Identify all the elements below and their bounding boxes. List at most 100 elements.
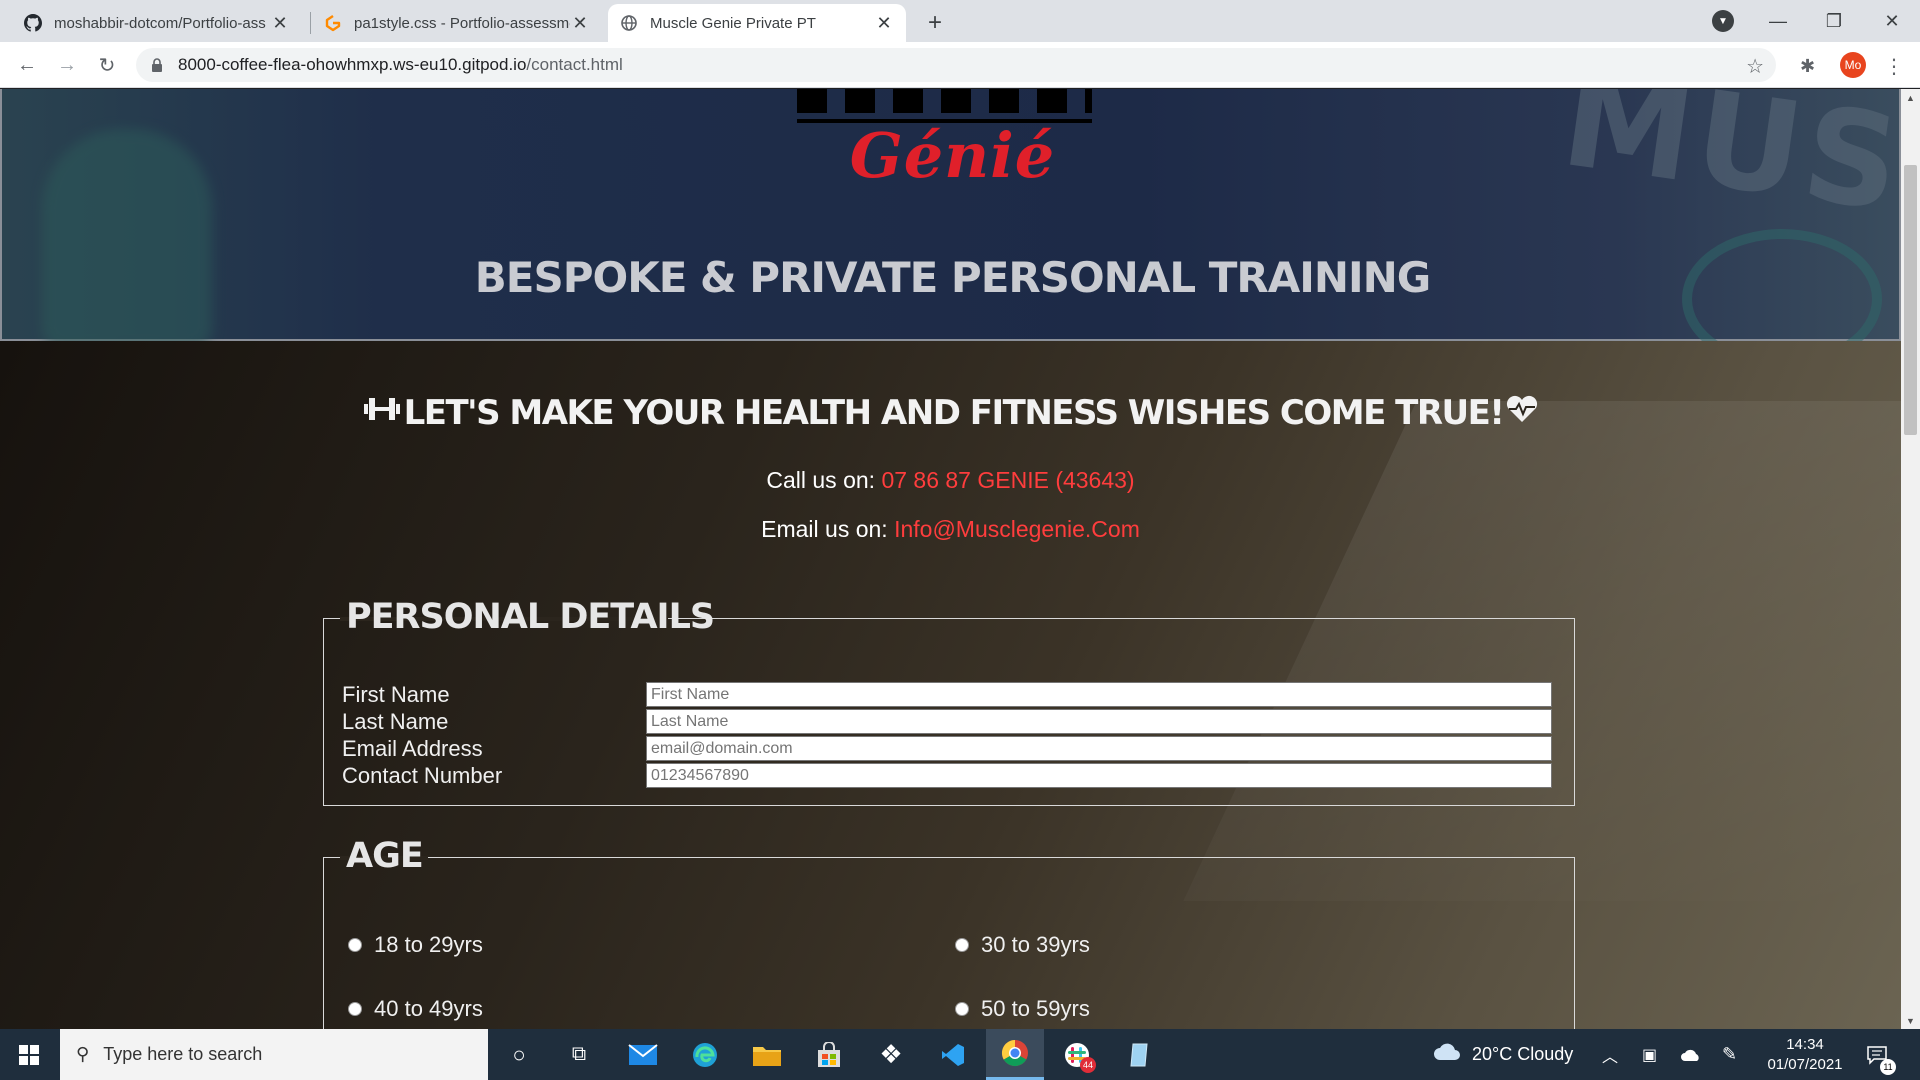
phone-link[interactable]: 07 86 87 GENIE (43643) — [881, 467, 1134, 493]
logo-wordmark-top — [797, 89, 1092, 123]
age-option-18-29[interactable]: 18 to 29yrs — [348, 932, 483, 958]
pen-icon[interactable]: ✎ — [1722, 1029, 1737, 1080]
radio-button[interactable] — [348, 938, 362, 952]
last-name-input[interactable] — [646, 709, 1552, 734]
taskbar-search-text: Type here to search — [103, 1044, 263, 1064]
age-option-40-49[interactable]: 40 to 49yrs — [348, 996, 483, 1022]
browser-toolbar: ← → ↻ 8000-coffee-flea-ohowhmxp.ws-eu10.… — [0, 42, 1920, 88]
vscode-icon[interactable] — [924, 1029, 982, 1080]
back-icon[interactable]: ← — [12, 50, 42, 80]
clock-date: 01/07/2021 — [1767, 1056, 1843, 1073]
window-close-button[interactable]: ✕ — [1864, 0, 1920, 42]
age-option-30-39[interactable]: 30 to 39yrs — [955, 932, 1090, 958]
profile-avatar[interactable]: Mo — [1840, 52, 1866, 78]
email-line: Email us on: Info@Musclegenie.Com — [0, 516, 1901, 543]
age-option-label: 30 to 39yrs — [981, 932, 1090, 957]
close-icon[interactable]: ✕ — [874, 13, 894, 33]
age-option-label: 40 to 49yrs — [374, 996, 483, 1021]
slack-icon[interactable]: 44 — [1048, 1029, 1106, 1080]
tab-css[interactable]: pa1style.css - Portfolio-assessme ✕ — [312, 4, 602, 42]
windows-logo-icon — [19, 1044, 39, 1065]
last-name-label: Last Name — [342, 708, 449, 734]
tab-muscle-genie[interactable]: Muscle Genie Private PT ✕ — [608, 4, 906, 42]
chrome-icon[interactable] — [986, 1029, 1044, 1080]
menu-dots-icon[interactable]: ⋮ — [1884, 54, 1904, 79]
scroll-up-icon[interactable]: ▲ — [1901, 89, 1920, 106]
first-name-label: First Name — [342, 681, 450, 707]
url-path: /contact.html — [526, 55, 623, 74]
file-explorer-icon[interactable] — [738, 1029, 796, 1080]
bookmark-star-icon[interactable]: ☆ — [1746, 54, 1764, 79]
age-fieldset: AGE 18 to 29yrs 30 to 39yrs 40 to 49yrs … — [323, 836, 1575, 1029]
task-view-icon[interactable]: ⧉ — [550, 1029, 608, 1080]
notification-count: 11 — [1880, 1059, 1896, 1075]
minimize-button[interactable]: — — [1750, 0, 1806, 42]
page-viewport: MUSCL Génié BESPOKE & PRIVATE PERSONAL T… — [0, 89, 1901, 1029]
tab-title: pa1style.css - Portfolio-assessme — [354, 14, 570, 32]
clock-time: 14:34 — [1786, 1036, 1824, 1053]
dropbox-icon[interactable]: ❖ — [862, 1029, 920, 1080]
close-icon[interactable]: ✕ — [570, 13, 590, 33]
forward-icon[interactable]: → — [52, 50, 82, 80]
email-label: Email us on: — [761, 516, 895, 542]
meet-now-icon[interactable]: ▣ — [1642, 1029, 1657, 1080]
tab-title: moshabbir-dotcom/Portfolio-ass — [54, 14, 266, 32]
cloud-icon — [1432, 1042, 1462, 1067]
logo-script: Génié — [849, 119, 1056, 192]
gitpod-icon — [324, 14, 342, 32]
radio-button[interactable] — [955, 1002, 969, 1016]
contact-number-row: Contact Number — [342, 762, 1552, 789]
age-option-50-59[interactable]: 50 to 59yrs — [955, 996, 1090, 1022]
address-bar[interactable]: 8000-coffee-flea-ohowhmxp.ws-eu10.gitpod… — [136, 48, 1776, 82]
age-option-label: 50 to 59yrs — [981, 996, 1090, 1021]
tab-github[interactable]: moshabbir-dotcom/Portfolio-ass ✕ — [12, 4, 302, 42]
mail-icon[interactable] — [614, 1029, 672, 1080]
new-tab-button[interactable]: + — [920, 8, 950, 38]
radio-button[interactable] — [955, 938, 969, 952]
tab-separator — [310, 12, 311, 34]
personal-details-fieldset: PERSONAL DETAILS First Name Last Name Em… — [323, 597, 1575, 806]
tab-strip: moshabbir-dotcom/Portfolio-ass ✕ pa1styl… — [0, 0, 1920, 42]
page-scrollbar[interactable]: ▲ ▼ — [1901, 89, 1920, 1029]
dumbbell-icon — [362, 394, 402, 432]
slack-badge: 44 — [1080, 1057, 1096, 1073]
clock[interactable]: 14:34 01/07/2021 — [1760, 1035, 1850, 1075]
contact-number-input[interactable] — [646, 763, 1552, 788]
cortana-icon[interactable]: ○ — [490, 1029, 548, 1080]
email-label-field: Email Address — [342, 735, 483, 761]
personal-details-legend: PERSONAL DETAILS — [346, 597, 715, 637]
scrollbar-thumb[interactable] — [1904, 165, 1917, 435]
hero-tagline: BESPOKE & PRIVATE PERSONAL TRAINING — [474, 253, 1432, 302]
contact-headline: LET'S MAKE YOUR HEALTH AND FITNESS WISHE… — [0, 393, 1901, 433]
tab-search-icon[interactable]: ▼ — [1712, 10, 1734, 32]
github-icon — [24, 14, 42, 32]
url-host: 8000-coffee-flea-ohowhmxp.ws-eu10.gitpod… — [178, 55, 527, 74]
edge-icon[interactable] — [676, 1029, 734, 1080]
call-label: Call us on: — [766, 467, 882, 493]
email-link[interactable]: Info@Musclegenie.Com — [894, 516, 1140, 542]
taskbar-search[interactable]: ⚲ Type here to search — [60, 1029, 488, 1080]
tray-chevron-icon[interactable]: ︿ — [1602, 1029, 1618, 1080]
notification-center-icon[interactable]: 11 — [1866, 1029, 1896, 1080]
age-option-label: 18 to 29yrs — [374, 932, 483, 957]
globe-icon — [620, 14, 638, 32]
email-row: Email Address — [342, 735, 1552, 762]
email-input[interactable] — [646, 736, 1552, 761]
scroll-down-icon[interactable]: ▼ — [1901, 1012, 1920, 1029]
first-name-input[interactable] — [646, 682, 1552, 707]
reload-icon[interactable]: ↻ — [92, 50, 122, 80]
notepad-icon[interactable] — [1110, 1029, 1168, 1080]
restore-button[interactable]: ❐ — [1806, 0, 1862, 42]
search-icon: ⚲ — [76, 1044, 90, 1064]
onedrive-icon[interactable] — [1680, 1029, 1702, 1080]
store-icon[interactable] — [800, 1029, 858, 1080]
extensions-icon[interactable]: ✱ — [1800, 56, 1815, 77]
close-icon[interactable]: ✕ — [270, 13, 290, 33]
contact-number-label: Contact Number — [342, 762, 503, 788]
radio-button[interactable] — [348, 1002, 362, 1016]
first-name-row: First Name — [342, 681, 1552, 708]
weather-widget[interactable]: 20°C Cloudy — [1432, 1029, 1573, 1080]
headline-text: LET'S MAKE YOUR HEALTH AND FITNESS WISHE… — [403, 393, 1505, 433]
start-button[interactable] — [0, 1029, 58, 1080]
lock-icon — [150, 58, 164, 72]
